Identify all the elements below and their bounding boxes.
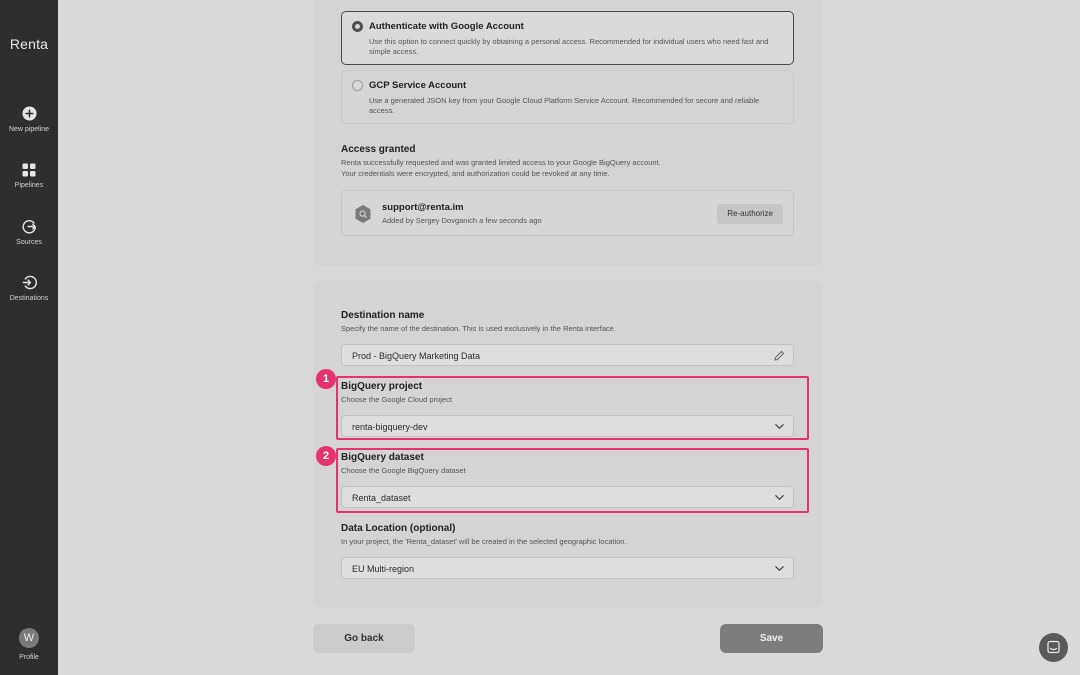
radio-button[interactable]: [352, 80, 363, 91]
sidebar-item-destinations[interactable]: Destinations: [0, 275, 58, 302]
auth-option-title: Authenticate with Google Account: [369, 21, 524, 32]
sidebar-item-profile[interactable]: W Profile: [0, 628, 58, 661]
bigquery-project-title: BigQuery project: [341, 381, 423, 392]
sidebar: Renta New pipeline Pipelines Sources Des…: [0, 0, 58, 675]
grid-icon: [22, 163, 36, 177]
chevron-down-icon: [775, 424, 784, 429]
data-location-select[interactable]: EU Multi-region: [341, 557, 794, 579]
bigquery-dataset-description: Choose the Google BigQuery dataset: [341, 466, 466, 475]
step-marker-2: 2: [316, 446, 336, 466]
sidebar-item-pipelines[interactable]: Pipelines: [0, 163, 58, 189]
brand-logo[interactable]: Renta: [0, 36, 58, 52]
sidebar-item-new-pipeline[interactable]: New pipeline: [0, 106, 58, 133]
destination-name-value: Prod - BigQuery Marketing Data: [352, 351, 481, 361]
destination-name-title: Destination name: [341, 310, 425, 321]
bigquery-project-value: renta-bigquery-dev: [352, 422, 428, 432]
access-granted-description-line-1: Renta successfully requested and was gra…: [341, 158, 661, 167]
sidebar-item-label: Profile: [19, 654, 39, 661]
chat-widget-button[interactable]: [1039, 633, 1068, 662]
pencil-icon[interactable]: [774, 350, 785, 361]
sources-icon: [22, 219, 36, 234]
plus-circle-icon: [21, 106, 37, 121]
avatar: W: [19, 628, 39, 648]
bigquery-dataset-value: Renta_dataset: [352, 493, 411, 503]
account-email: support@renta.im: [382, 202, 464, 213]
destination-name-input[interactable]: Prod - BigQuery Marketing Data: [341, 344, 794, 366]
sidebar-item-sources[interactable]: Sources: [0, 219, 58, 246]
access-granted-description-line-2: Your credentials were encrypted, and aut…: [341, 168, 610, 178]
reauthorize-button[interactable]: Re-authorize: [717, 204, 783, 224]
destination-name-description: Specify the name of the destination. Thi…: [341, 324, 617, 333]
bigquery-project-description: Choose the Google Cloud project: [341, 395, 452, 404]
chevron-down-icon: [775, 566, 784, 571]
sidebar-item-label: Destinations: [9, 295, 49, 302]
chat-icon: [1047, 640, 1060, 654]
bigquery-hexagon-icon: [355, 205, 371, 223]
auth-option-google-account[interactable]: Authenticate with Google Account Use thi…: [341, 11, 794, 65]
destinations-icon: [22, 275, 37, 290]
auth-option-description: Use a generated JSON key from your Googl…: [369, 96, 760, 115]
bigquery-dataset-title: BigQuery dataset: [341, 452, 424, 463]
chevron-down-icon: [775, 495, 784, 500]
auth-option-title: GCP Service Account: [369, 80, 467, 91]
access-granted-title: Access granted: [341, 144, 416, 155]
auth-option-description: Use this option to connect quickly by ob…: [369, 37, 769, 56]
auth-option-gcp-service-account[interactable]: GCP Service Account Use a generated JSON…: [341, 70, 794, 124]
radio-button-selected[interactable]: [352, 21, 363, 32]
save-button[interactable]: Save: [720, 624, 823, 653]
sidebar-item-label: New pipeline: [8, 126, 50, 133]
data-location-value: EU Multi-region: [352, 564, 415, 574]
sidebar-item-label: Pipelines: [14, 182, 44, 189]
account-added-info: Added by Sergey Dovganich a few seconds …: [382, 216, 542, 225]
connected-account: support@renta.im Added by Sergey Dovgani…: [341, 190, 794, 236]
data-location-title: Data Location (optional): [341, 523, 456, 534]
sidebar-item-label: Sources: [16, 239, 42, 246]
bigquery-project-select[interactable]: renta-bigquery-dev: [341, 415, 794, 437]
bigquery-dataset-select[interactable]: Renta_dataset: [341, 486, 794, 508]
go-back-button[interactable]: Go back: [313, 624, 415, 653]
data-location-description: In your project, the 'Renta_dataset' wil…: [341, 537, 627, 546]
step-marker-1: 1: [316, 369, 336, 389]
